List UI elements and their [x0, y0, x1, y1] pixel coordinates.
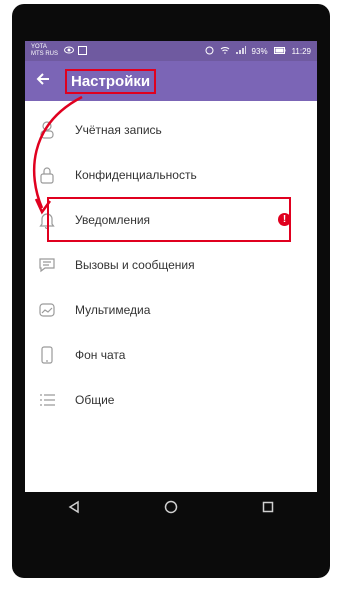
settings-menu: Учётная запись Конфиденциальность Уведом…: [25, 101, 317, 422]
menu-item-label: Вызовы и сообщения: [75, 257, 195, 272]
list-icon: [25, 391, 69, 409]
back-button[interactable]: [25, 61, 61, 101]
menu-item-label: Конфиденциальность: [75, 167, 197, 182]
menu-item-chat-background[interactable]: Фон чата: [25, 332, 317, 377]
menu-item-label: Учётная запись: [75, 122, 162, 137]
cast-icon: [78, 45, 87, 57]
phone-icon: [25, 345, 69, 364]
menu-item-account[interactable]: Учётная запись: [25, 107, 317, 152]
app-bar: Настройки: [25, 61, 317, 101]
media-icon: [25, 301, 69, 319]
menu-item-general[interactable]: Общие: [25, 377, 317, 422]
menu-item-label: Мультимедиа: [75, 302, 151, 317]
time: 11:29: [291, 46, 311, 56]
eye-icon: [64, 46, 74, 56]
battery-label: 93%: [251, 46, 268, 56]
signal-icon: [235, 46, 247, 56]
system-nav-bar: [25, 492, 317, 526]
app-screen: YOTA MTS RUS 93% 11:29 Настройки Учётная…: [25, 41, 317, 526]
carrier-2: MTS RUS: [31, 51, 58, 57]
back-nav-icon[interactable]: [67, 500, 81, 519]
account-icon: [25, 120, 69, 139]
recent-nav-icon[interactable]: [261, 500, 275, 519]
menu-item-privacy[interactable]: Конфиденциальность: [25, 152, 317, 197]
menu-item-multimedia[interactable]: Мультимедиа: [25, 287, 317, 332]
menu-item-label: Фон чата: [75, 347, 126, 362]
highlight-frame: [47, 197, 291, 242]
carrier-1: YOTA: [31, 44, 47, 50]
status-bar: YOTA MTS RUS 93% 11:29: [25, 41, 317, 61]
home-nav-icon[interactable]: [164, 500, 178, 519]
battery-icon: [273, 46, 286, 56]
lock-icon: [25, 166, 69, 184]
menu-item-calls-messages[interactable]: Вызовы и сообщения: [25, 242, 317, 287]
page-title: Настройки: [65, 68, 157, 94]
wifi-icon: [220, 46, 230, 56]
back-arrow-icon: [35, 71, 51, 92]
chat-icon: [25, 256, 69, 274]
menu-item-label: Общие: [75, 392, 115, 407]
carrier-info: YOTA MTS RUS: [31, 44, 58, 58]
alarm-icon: [205, 46, 214, 57]
menu-item-notifications[interactable]: Уведомления !: [25, 197, 317, 242]
